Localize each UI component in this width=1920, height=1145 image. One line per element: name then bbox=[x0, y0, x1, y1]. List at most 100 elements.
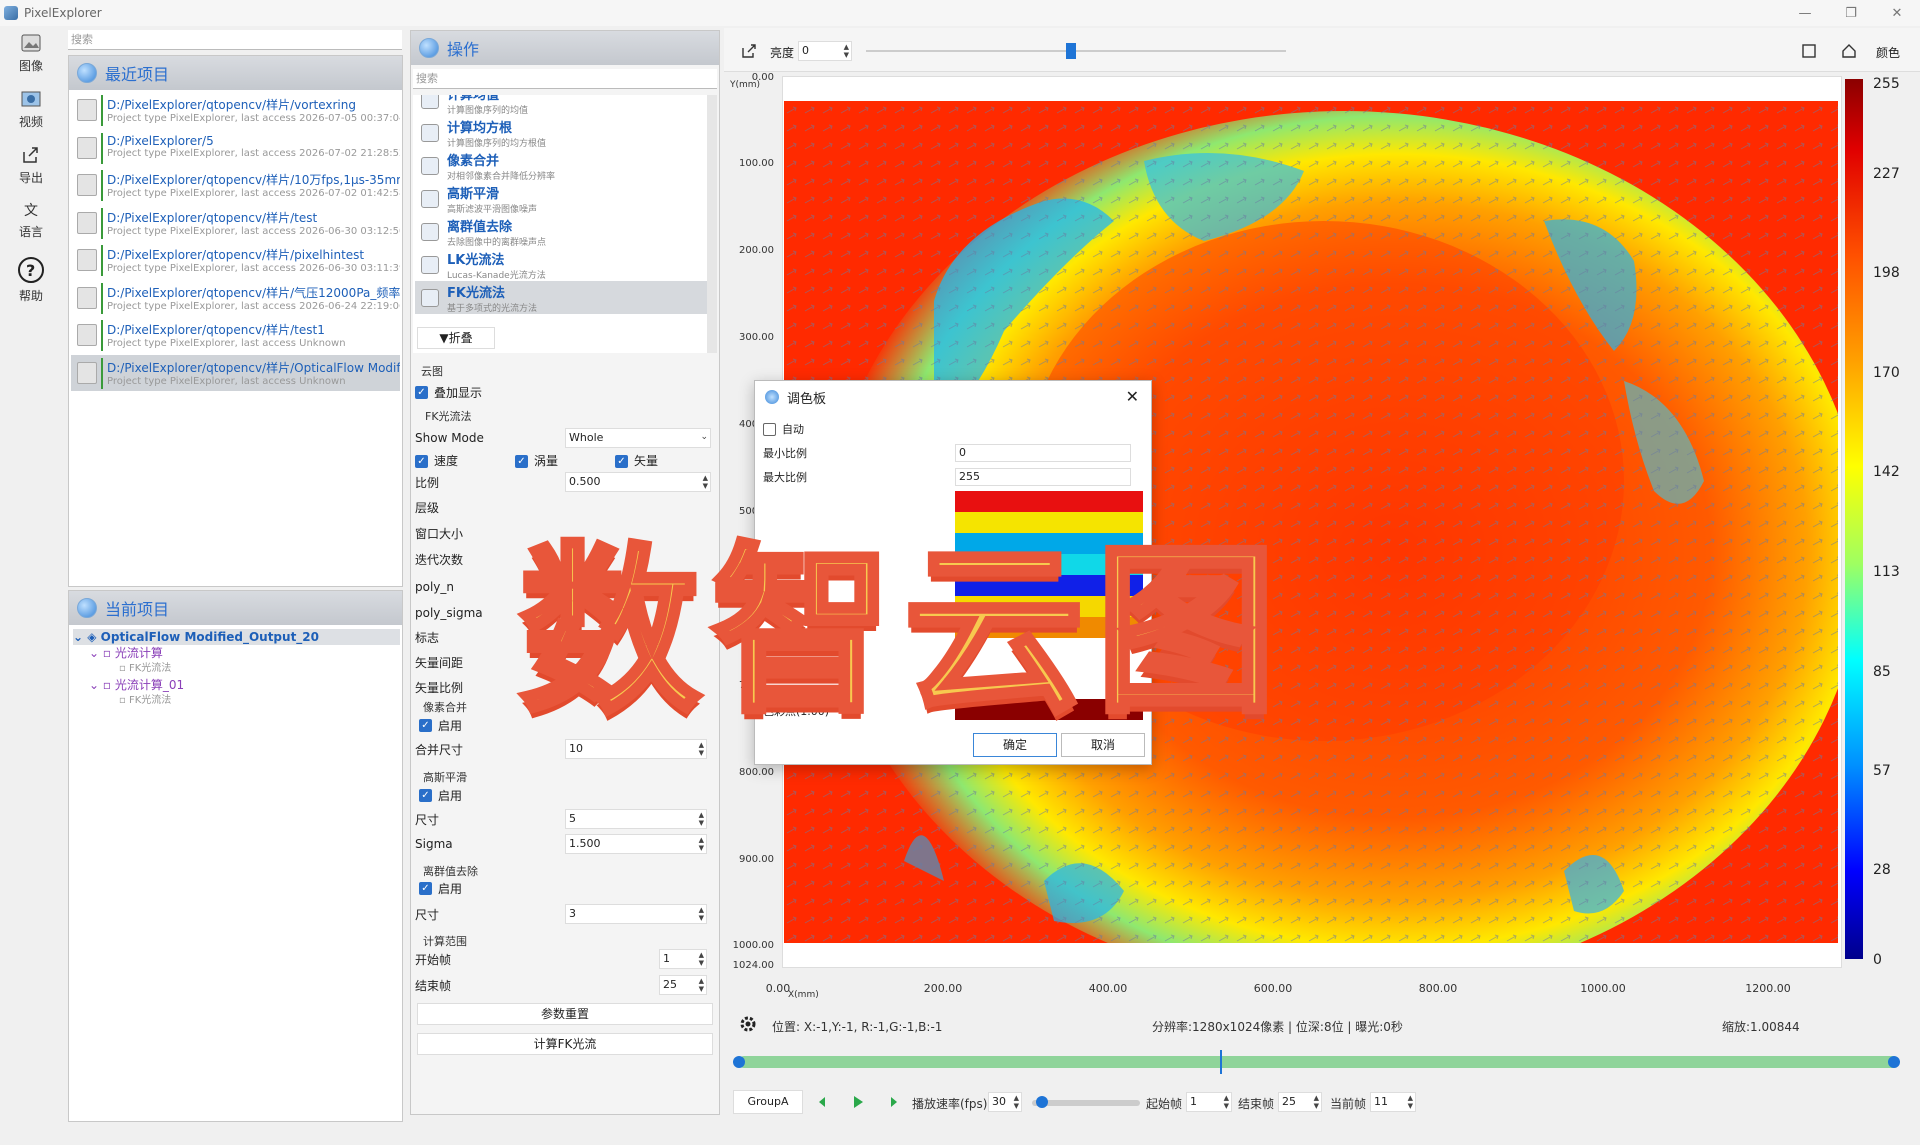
maximize-button[interactable]: ❐ bbox=[1828, 0, 1874, 26]
recent-item[interactable]: D:/PixelExplorer/qtopencv/样片/vortexring P… bbox=[71, 92, 400, 130]
prev-frame-icon[interactable] bbox=[814, 1094, 830, 1110]
app-icon bbox=[4, 6, 18, 20]
fps-slider[interactable] bbox=[1032, 1100, 1140, 1106]
vector-checkbox[interactable]: ✓ 矢量 bbox=[615, 452, 658, 469]
brightness-spinbox[interactable]: 0 ▲ ▼ bbox=[798, 41, 852, 61]
color-button[interactable]: 颜色 bbox=[1876, 44, 1900, 61]
svg-text:?: ? bbox=[26, 261, 35, 280]
timeline-current-marker[interactable] bbox=[1220, 1050, 1222, 1074]
export-view-icon[interactable] bbox=[740, 42, 758, 60]
file-icon bbox=[77, 249, 97, 271]
ops-search-input[interactable]: 搜索 bbox=[413, 69, 717, 89]
x-axis-unit: X(mm) bbox=[788, 990, 819, 1000]
tool-export[interactable]: 导出 bbox=[6, 144, 56, 186]
fold-button[interactable]: ▼折叠 bbox=[417, 327, 495, 349]
tree-leaf[interactable]: ▫ FK光流法 bbox=[73, 661, 400, 677]
y-tick: 1000.00 bbox=[732, 940, 774, 951]
op-item[interactable]: 计算均值 计算图像序列的均值 bbox=[415, 95, 707, 116]
start-frame-input[interactable]: 1 ▲ ▼ bbox=[1186, 1092, 1232, 1112]
fps-slider-handle[interactable] bbox=[1036, 1096, 1048, 1108]
checkbox-icon: ✓ bbox=[615, 454, 628, 468]
minimize-button[interactable]: — bbox=[1782, 0, 1828, 26]
tree-node[interactable]: ⌄ ▫ 光流计算_01 bbox=[73, 677, 400, 693]
tree-node[interactable]: ⌄ ▫ 光流计算 bbox=[73, 645, 400, 661]
checkbox-icon bbox=[763, 422, 776, 436]
compute-fk-button[interactable]: 计算FK光流 bbox=[417, 1033, 713, 1055]
recent-item[interactable]: D:/PixelExplorer/qtopencv/样片/气压12000Pa_频… bbox=[71, 280, 400, 317]
speed-checkbox[interactable]: ✓ 速度 bbox=[415, 452, 515, 469]
brightness-slider-handle[interactable] bbox=[1066, 43, 1076, 59]
op-item[interactable]: FK光流法 基于多项式的光流方法 bbox=[415, 281, 707, 314]
vortex-checkbox[interactable]: ✓ 涡量 bbox=[515, 452, 615, 469]
home-icon[interactable] bbox=[1840, 42, 1858, 60]
sigma-spinbox[interactable]: 1.500 ▲ ▼ bbox=[565, 834, 707, 854]
spin-arrows-icon: ▲ ▼ bbox=[1313, 1094, 1319, 1110]
brightness-slider-track[interactable] bbox=[866, 50, 1286, 52]
recent-item[interactable]: D:/PixelExplorer/5 Project type PixelExpl… bbox=[71, 130, 400, 167]
x-tick: 0.00 bbox=[765, 982, 791, 995]
dialog-close-icon[interactable]: ✕ bbox=[1126, 387, 1139, 406]
dialog-icon bbox=[765, 390, 779, 404]
fit-view-icon[interactable] bbox=[1800, 42, 1818, 60]
auto-checkbox[interactable]: 自动 bbox=[763, 419, 1141, 439]
spin-arrows-icon: ▲ ▼ bbox=[698, 811, 704, 827]
current-frame-input[interactable]: 11 ▲ ▼ bbox=[1370, 1092, 1416, 1112]
settings-gear-icon[interactable] bbox=[738, 1014, 758, 1034]
operation-icon bbox=[421, 124, 439, 142]
min-ratio-spinbox[interactable]: 0 bbox=[955, 444, 1131, 462]
colorbar-tick: 142 bbox=[1873, 464, 1900, 480]
recent-search-input[interactable]: 搜索 bbox=[68, 30, 402, 50]
tool-help[interactable]: ? 帮助 bbox=[6, 256, 56, 304]
tool-image[interactable]: 图像 bbox=[6, 32, 56, 74]
reset-params-button[interactable]: 参数重置 bbox=[417, 1003, 713, 1025]
ops-scrollbar[interactable] bbox=[707, 95, 717, 353]
status-position: 位置: X:-1,Y:-1, R:-1,G:-1,B:-1 bbox=[772, 1020, 943, 1034]
spin-arrows-icon: ▲ ▼ bbox=[1407, 1094, 1413, 1110]
show-mode-select[interactable]: Whole ⌄ bbox=[565, 428, 711, 448]
op-item[interactable]: 离群值去除 去除图像中的离群噪声点 bbox=[415, 215, 707, 248]
tool-video[interactable]: 视频 bbox=[6, 88, 56, 130]
overlay-checkbox[interactable]: ✓ 叠加显示 bbox=[415, 381, 713, 403]
outlier-size-spinbox[interactable]: 3 ▲ ▼ bbox=[565, 904, 707, 924]
recent-item[interactable]: D:/PixelExplorer/qtopencv/样片/pixelhintes… bbox=[71, 242, 400, 280]
chevron-down-icon: ⌄ bbox=[700, 432, 708, 442]
next-frame-icon[interactable] bbox=[886, 1094, 902, 1110]
op-item[interactable]: 计算均方根 计算图像序列的均方根值 bbox=[415, 116, 707, 149]
globe-icon bbox=[77, 63, 97, 83]
file-icon bbox=[77, 286, 97, 309]
y-tick: 200.00 bbox=[739, 245, 774, 256]
timeline-slider[interactable] bbox=[738, 1056, 1898, 1068]
recent-item[interactable]: D:/PixelExplorer/qtopencv/样片/test Project… bbox=[71, 205, 400, 242]
op-item[interactable]: LK光流法 Lucas-Kanade光流方法 bbox=[415, 248, 707, 281]
play-icon[interactable] bbox=[850, 1094, 866, 1110]
y-tick: 0.00 bbox=[751, 72, 774, 83]
current-project-panel: 当前项目 ⌄ ◈ OpticalFlow Modified_Output_20 … bbox=[68, 590, 403, 1122]
x-tick: 200.00 bbox=[923, 982, 963, 995]
outlier-enable-checkbox[interactable]: ✓ 启用 bbox=[419, 877, 713, 899]
spin-arrows-icon: ▲ ▼ bbox=[1013, 1094, 1019, 1110]
gauss-size-spinbox[interactable]: 5 ▲ ▼ bbox=[565, 809, 707, 829]
op-item[interactable]: 像素合并 对相邻像素合并降低分辨率 bbox=[415, 149, 707, 182]
close-window-button[interactable]: ✕ bbox=[1874, 0, 1920, 26]
group-button[interactable]: GroupA bbox=[733, 1090, 803, 1114]
start-frame-spinbox[interactable]: 1 ▲ ▼ bbox=[659, 949, 707, 969]
globe-icon bbox=[419, 38, 439, 58]
tree-root[interactable]: ⌄ ◈ OpticalFlow Modified_Output_20 bbox=[73, 629, 400, 645]
project-tree: ⌄ ◈ OpticalFlow Modified_Output_20 ⌄ ▫ 光… bbox=[73, 629, 400, 709]
recent-item[interactable]: D:/PixelExplorer/qtopencv/样片/OpticalFlow… bbox=[71, 354, 400, 392]
op-item[interactable]: 高斯平滑 高斯滤波平滑图像噪声 bbox=[415, 182, 707, 215]
file-icon bbox=[77, 361, 97, 384]
timeline-start-handle[interactable] bbox=[733, 1056, 745, 1068]
fps-spinbox[interactable]: 30 ▲ ▼ bbox=[988, 1092, 1022, 1112]
end-frame-input[interactable]: 25 ▲ ▼ bbox=[1278, 1092, 1322, 1112]
recent-item[interactable]: D:/PixelExplorer/qtopencv/样片/10万fps,1μs-… bbox=[71, 167, 400, 205]
recent-item[interactable]: D:/PixelExplorer/qtopencv/样片/test1 Projec… bbox=[71, 317, 400, 355]
timeline-end-handle[interactable] bbox=[1888, 1056, 1900, 1068]
operations-header: 操作 bbox=[411, 31, 719, 65]
gauss-enable-checkbox[interactable]: ✓ 启用 bbox=[419, 784, 713, 806]
max-ratio-spinbox[interactable]: 255 bbox=[955, 468, 1131, 486]
tool-language[interactable]: 文 语言 bbox=[6, 198, 56, 240]
end-frame-spinbox[interactable]: 25 ▲ ▼ bbox=[659, 975, 707, 995]
tree-leaf[interactable]: ▫ FK光流法 bbox=[73, 693, 400, 709]
image-icon bbox=[21, 34, 41, 52]
